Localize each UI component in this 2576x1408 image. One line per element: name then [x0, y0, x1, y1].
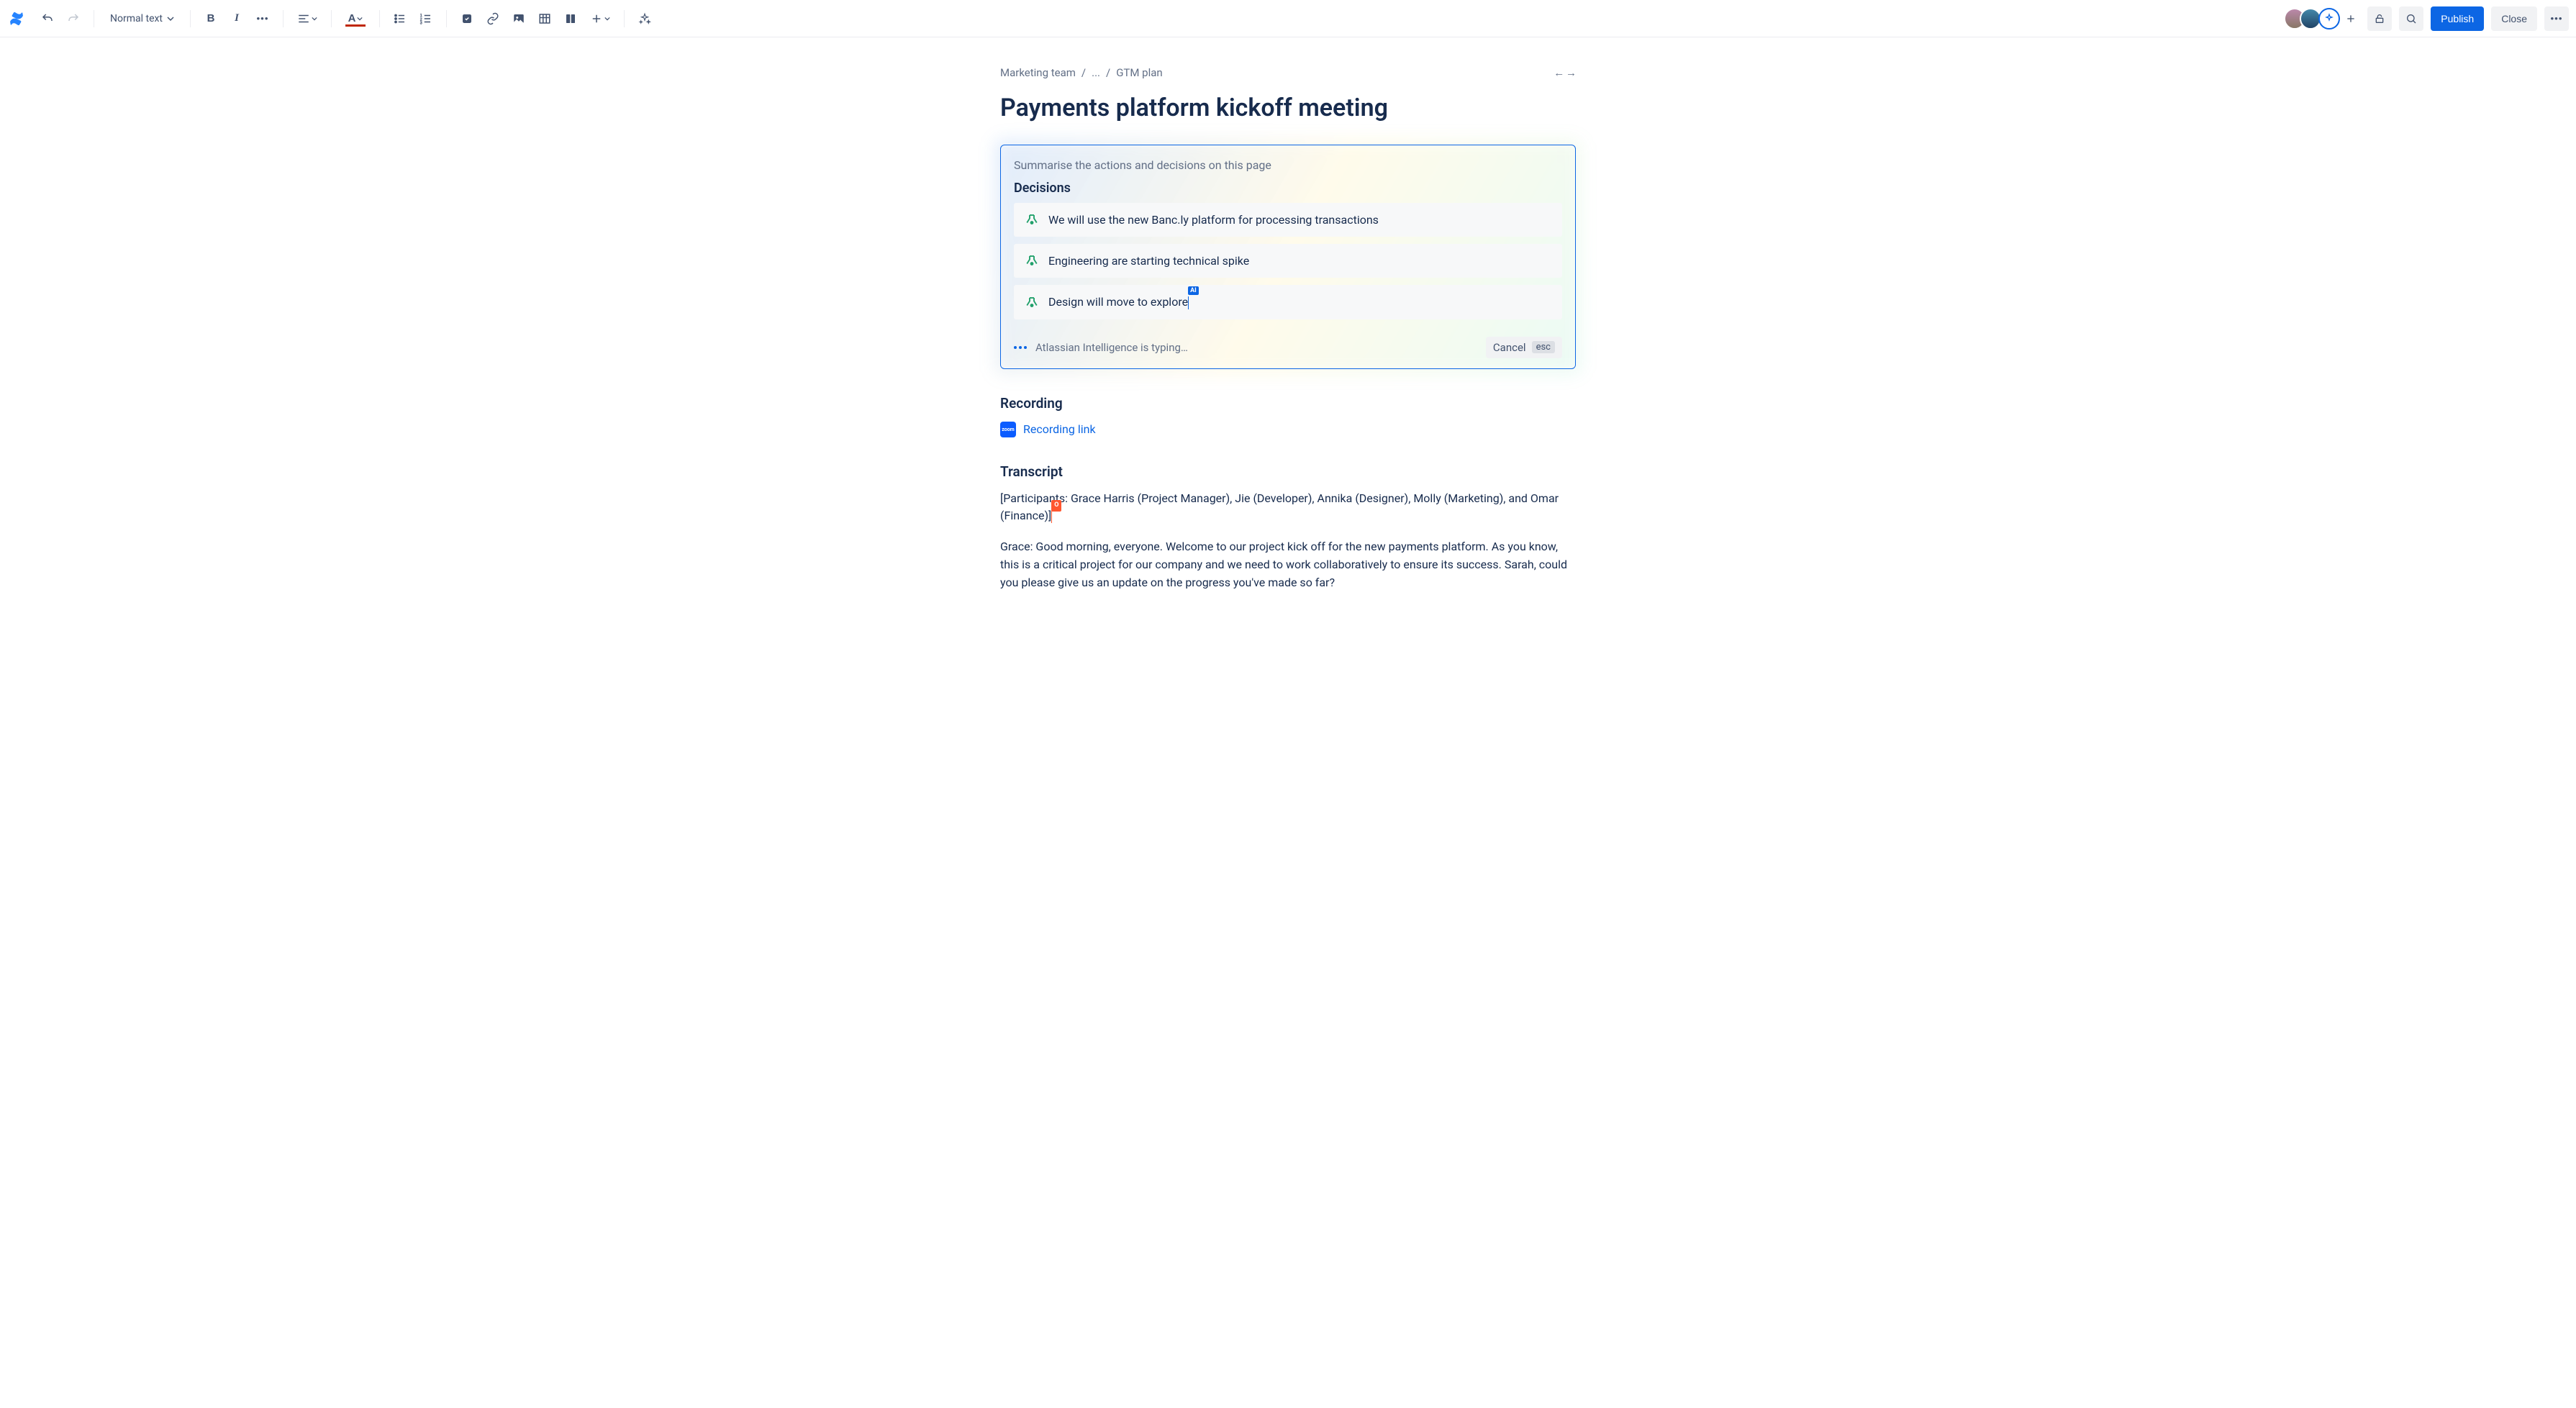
- decision-icon: [1025, 296, 1038, 309]
- decision-icon: [1025, 213, 1038, 226]
- decision-item: Engineering are starting technical spike: [1014, 244, 1562, 278]
- recording-link-text: Recording link: [1023, 422, 1096, 436]
- separator: [446, 10, 447, 27]
- ai-avatar[interactable]: [2318, 8, 2340, 29]
- insert-button[interactable]: [585, 7, 615, 30]
- more-formatting-button[interactable]: •••: [251, 7, 274, 30]
- ai-typing-label: Atlassian Intelligence is typing…: [1035, 341, 1188, 354]
- ai-prompt-text: Summarise the actions and decisions on t…: [1001, 158, 1575, 181]
- esc-key-hint: esc: [1532, 341, 1555, 353]
- recording-heading: Recording: [1000, 395, 1576, 412]
- svg-text:3: 3: [420, 21, 422, 25]
- chevron-down-icon: [357, 16, 363, 22]
- breadcrumb-item[interactable]: Marketing team: [1000, 66, 1076, 79]
- color-swatch: [345, 24, 366, 27]
- table-button[interactable]: [533, 7, 556, 30]
- chevron-down-icon: [604, 16, 610, 22]
- decision-text: Engineering are starting technical spike: [1048, 254, 1249, 268]
- transcript-heading: Transcript: [1000, 463, 1576, 480]
- chevron-down-icon: [167, 15, 174, 22]
- zoom-icon: zoom: [1000, 422, 1016, 437]
- numbered-list-button[interactable]: 123: [414, 7, 437, 30]
- alignment-button[interactable]: [292, 7, 322, 30]
- bullet-list-button[interactable]: [389, 7, 412, 30]
- user-cursor-flag: O: [1051, 500, 1061, 512]
- publish-button[interactable]: Publish: [2431, 6, 2484, 31]
- action-item-button[interactable]: [455, 7, 479, 30]
- find-replace-button[interactable]: [2399, 6, 2423, 31]
- italic-button[interactable]: I: [225, 7, 248, 30]
- restrictions-button[interactable]: [2367, 6, 2392, 31]
- ai-sparkle-button[interactable]: [633, 7, 656, 30]
- text-color-button[interactable]: A: [340, 7, 371, 30]
- image-button[interactable]: [507, 7, 530, 30]
- separator: [331, 10, 332, 27]
- transcript-participants[interactable]: [Participants: Grace Harris (Project Man…: [1000, 490, 1576, 526]
- decision-item: Design will move to exploreAI: [1014, 285, 1562, 319]
- link-button[interactable]: [481, 7, 504, 30]
- chevron-down-icon: [312, 16, 317, 22]
- redo-button[interactable]: [62, 7, 85, 30]
- breadcrumb: Marketing team / ... / GTM plan: [1000, 66, 1163, 79]
- bold-button[interactable]: B: [199, 7, 222, 30]
- user-cursor: O: [1051, 510, 1052, 523]
- ai-cursor: AI: [1188, 296, 1189, 309]
- text-style-dropdown[interactable]: Normal text: [103, 7, 181, 30]
- layouts-button[interactable]: [559, 7, 582, 30]
- page-title[interactable]: Payments platform kickoff meeting: [1000, 94, 1576, 123]
- ai-cursor-flag: AI: [1188, 286, 1199, 295]
- text-style-label: Normal text: [110, 13, 163, 24]
- ai-footer: Atlassian Intelligence is typing… Cancel…: [1001, 327, 1575, 368]
- separator: [283, 10, 284, 27]
- close-button[interactable]: Close: [2491, 6, 2537, 31]
- collaborators: [2284, 8, 2360, 29]
- decision-text: Design will move to exploreAI: [1048, 295, 1189, 309]
- decision-item: We will use the new Banc.ly platform for…: [1014, 203, 1562, 237]
- add-collaborator-button[interactable]: [2341, 9, 2360, 28]
- breadcrumb-item[interactable]: ...: [1092, 66, 1100, 79]
- breadcrumb-item[interactable]: GTM plan: [1116, 66, 1163, 79]
- separator: [624, 10, 625, 27]
- undo-button[interactable]: [36, 7, 59, 30]
- page-content: Marketing team / ... / GTM plan ← → Paym…: [993, 37, 1583, 648]
- decision-text: We will use the new Banc.ly platform for…: [1048, 213, 1379, 227]
- recording-link[interactable]: zoom Recording link: [1000, 422, 1096, 437]
- confluence-logo[interactable]: [7, 9, 26, 28]
- separator: [379, 10, 380, 27]
- ai-cancel-button[interactable]: Cancel esc: [1486, 337, 1562, 358]
- transcript-paragraph[interactable]: Grace: Good morning, everyone. Welcome t…: [1000, 538, 1576, 591]
- typing-indicator-icon: [1014, 346, 1027, 349]
- page-width-toggle[interactable]: ← →: [1554, 66, 1576, 79]
- ai-section-heading: Decisions: [1001, 181, 1575, 203]
- decision-icon: [1025, 254, 1038, 267]
- editor-toolbar: Normal text B I ••• A 123: [0, 0, 2576, 37]
- ai-panel: Summarise the actions and decisions on t…: [1000, 145, 1576, 369]
- more-actions-button[interactable]: •••: [2544, 6, 2569, 31]
- separator: [190, 10, 191, 27]
